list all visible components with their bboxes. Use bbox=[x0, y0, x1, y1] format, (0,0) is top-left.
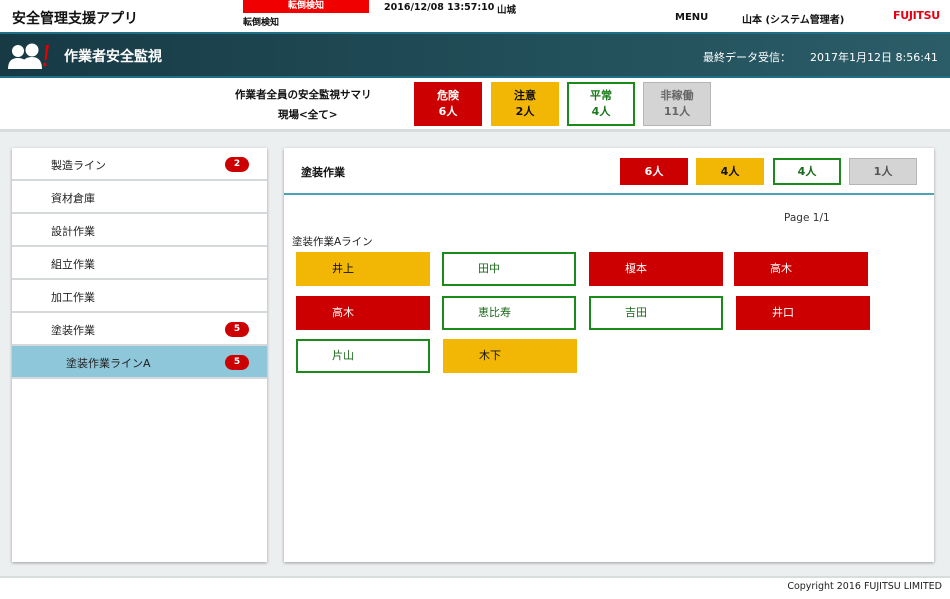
summary-normal-label: 平常 bbox=[590, 89, 612, 102]
alert-count-badge: 2 bbox=[225, 157, 249, 172]
sidebar-item-assembly-work[interactable]: 組立作業 bbox=[12, 247, 267, 280]
menu-button[interactable]: MENU bbox=[675, 12, 708, 23]
summary-normal[interactable]: 平常 4人 bbox=[567, 82, 635, 126]
fall-alert-text: 転倒検知 bbox=[243, 18, 280, 28]
copyright: Copyright 2016 FUJITSU LIMITED bbox=[787, 581, 942, 592]
worker-card[interactable]: 高木 bbox=[296, 296, 430, 330]
summary-inactive[interactable]: 非稼働 11人 bbox=[643, 82, 711, 126]
count-danger[interactable]: 6人 bbox=[620, 158, 688, 185]
line-label: 塗装作業Aライン bbox=[292, 236, 373, 248]
count-caution[interactable]: 4人 bbox=[696, 158, 764, 185]
sidebar-item-label: 塗装作業ラインA bbox=[66, 357, 151, 370]
summary-inactive-count: 11人 bbox=[663, 105, 691, 118]
sidebar-item-design-work[interactable]: 設計作業 bbox=[12, 214, 267, 247]
worker-card[interactable]: 高木 bbox=[734, 252, 868, 286]
alert-count-badge: 5 bbox=[225, 355, 249, 370]
fall-alert-badge[interactable]: 転倒検知 bbox=[243, 0, 369, 13]
sidebar-item-label: 製造ライン bbox=[51, 159, 106, 172]
worker-card[interactable]: 井上 bbox=[296, 252, 430, 286]
summary-danger-count: 6人 bbox=[438, 105, 458, 118]
sidebar-item-manufacturing-line[interactable]: 製造ライン 2 bbox=[12, 148, 267, 181]
worker-card[interactable]: 木下 bbox=[443, 339, 577, 373]
count-inactive[interactable]: 1人 bbox=[849, 158, 917, 185]
worker-card[interactable]: 田中 bbox=[442, 252, 576, 286]
last-received-label: 最終データ受信： bbox=[703, 51, 791, 64]
sidebar-item-label: 組立作業 bbox=[51, 258, 95, 271]
last-received-value: 2017年1月12日 8:56:41 bbox=[810, 51, 938, 64]
worker-card[interactable]: 井口 bbox=[736, 296, 870, 330]
alert-count-badge: 5 bbox=[225, 322, 249, 337]
summary-normal-count: 4人 bbox=[591, 105, 611, 118]
sidebar-item-label: 資材倉庫 bbox=[51, 192, 95, 205]
summary-caution-label: 注意 bbox=[514, 89, 536, 102]
worker-card[interactable]: 榎本 bbox=[589, 252, 723, 286]
worker-card[interactable]: 片山 bbox=[296, 339, 430, 373]
summary-danger-label: 危険 bbox=[437, 89, 459, 102]
page-title: 作業者安全監視 bbox=[64, 49, 162, 65]
sidebar-item-label: 加工作業 bbox=[51, 291, 95, 304]
sidebar-item-painting-work[interactable]: 塗装作業 5 bbox=[12, 313, 267, 346]
workers-alert-icon bbox=[8, 43, 49, 69]
fujitsu-logo: FUJITSU bbox=[893, 9, 940, 22]
top-bar: 安全管理支援アプリ 転倒検知 転倒検知 2016/12/08 13:57:10 … bbox=[0, 0, 950, 34]
summary-title: 作業者全員の安全監視サマリ bbox=[235, 89, 372, 101]
sidebar-item-material-warehouse[interactable]: 資材倉庫 bbox=[12, 181, 267, 214]
panel-header: 塗装作業 6人 4人 4人 1人 bbox=[284, 148, 934, 195]
sidebar-item-processing-work[interactable]: 加工作業 bbox=[12, 280, 267, 313]
summary-danger[interactable]: 危険 6人 bbox=[414, 82, 482, 126]
summary-caution[interactable]: 注意 2人 bbox=[491, 82, 559, 126]
page-header: 作業者安全監視 最終データ受信： 2017年1月12日 8:56:41 bbox=[0, 34, 950, 78]
summary-caution-count: 2人 bbox=[515, 105, 535, 118]
summary-site: 現場<全て> bbox=[278, 109, 338, 121]
sidebar-item-label: 塗装作業 bbox=[51, 324, 95, 337]
app-title: 安全管理支援アプリ bbox=[12, 11, 138, 27]
alert-location: 山城 bbox=[497, 5, 517, 16]
work-area-panel: 塗装作業 6人 4人 4人 1人 Page 1/1 塗装作業Aライン 井上 田中… bbox=[284, 148, 934, 562]
sidebar-item-painting-line-a[interactable]: 塗装作業ラインA 5 bbox=[12, 346, 267, 379]
page-indicator: Page 1/1 bbox=[784, 212, 830, 224]
count-normal[interactable]: 4人 bbox=[773, 158, 841, 185]
worker-card[interactable]: 吉田 bbox=[589, 296, 723, 330]
user-account[interactable]: 山本 (システム管理者) bbox=[742, 11, 844, 26]
worker-card[interactable]: 恵比寿 bbox=[442, 296, 576, 330]
safety-summary: 作業者全員の安全監視サマリ 現場<全て> 危険 6人 注意 2人 平常 4人 非… bbox=[0, 78, 950, 132]
sidebar: 製造ライン 2 資材倉庫 設計作業 組立作業 加工作業 塗装作業 5 塗装作業ラ… bbox=[12, 148, 267, 562]
panel-title: 塗装作業 bbox=[301, 166, 345, 179]
summary-inactive-label: 非稼働 bbox=[660, 89, 694, 102]
sidebar-item-label: 設計作業 bbox=[51, 225, 95, 238]
alert-timestamp: 2016/12/08 13:57:10 bbox=[384, 2, 495, 13]
